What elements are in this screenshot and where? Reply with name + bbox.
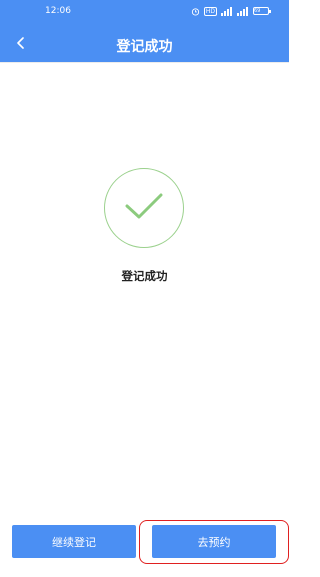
status-time: 12:06 (45, 6, 71, 16)
continue-register-button[interactable]: 继续登记 (12, 525, 136, 558)
battery-icon: 69 (253, 7, 271, 15)
status-bar: 12:06 HD 69 (0, 0, 289, 22)
success-circle (104, 168, 184, 248)
status-icons: HD 69 (191, 6, 271, 16)
header-bar: 12:06 HD 69 登记成功 (0, 0, 289, 62)
signal-icon (221, 6, 233, 16)
check-icon (124, 191, 164, 225)
hd-badge: HD (203, 6, 217, 16)
signal-icon-2 (237, 6, 249, 16)
highlight-annotation (139, 520, 289, 564)
success-message: 登记成功 (121, 269, 168, 283)
nav-bar: 登记成功 (0, 28, 289, 60)
page-title: 登记成功 (116, 39, 173, 55)
header-divider (0, 62, 289, 63)
alarm-icon (191, 7, 200, 16)
